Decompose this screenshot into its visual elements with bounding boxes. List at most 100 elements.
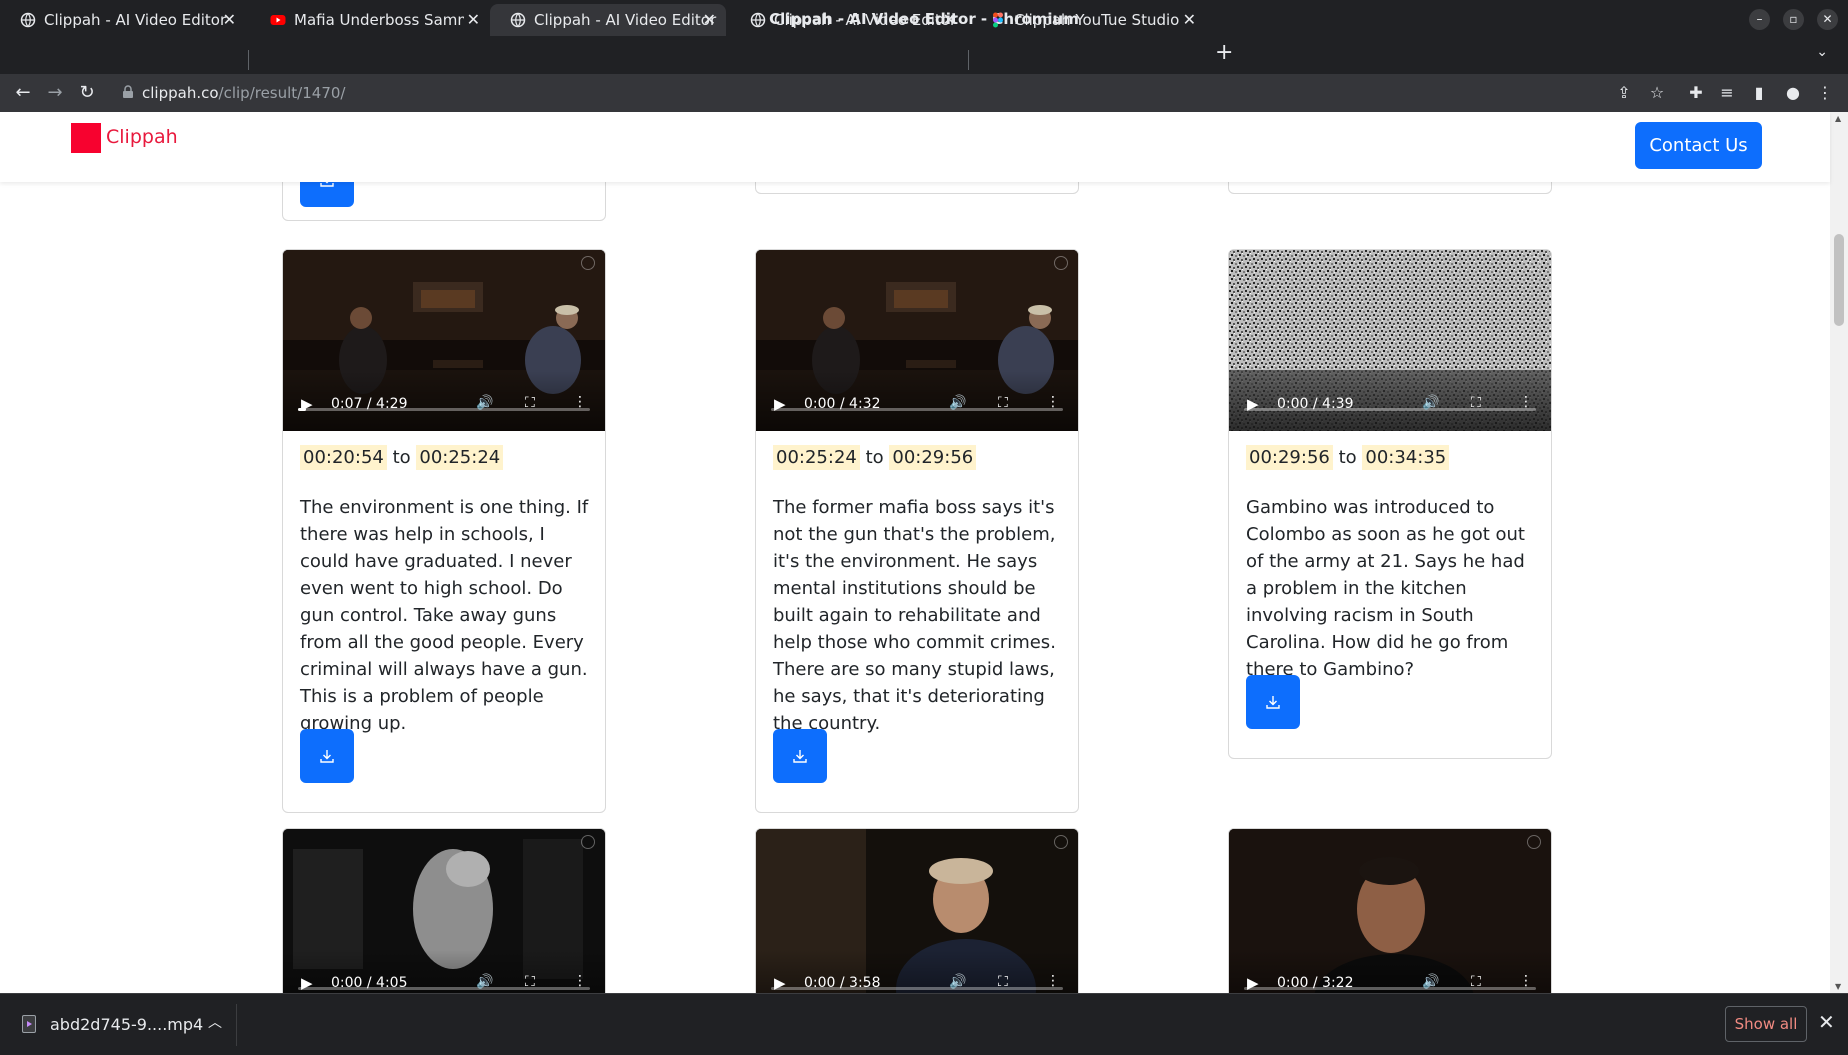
brand-name[interactable]: Clippah bbox=[106, 126, 178, 148]
profile-avatar-icon[interactable]: ● bbox=[1783, 83, 1803, 103]
tab-label: Clippah - AI Video Editor bbox=[534, 11, 717, 29]
media-control-icon[interactable]: ≡ bbox=[1717, 83, 1737, 103]
clip-card: ▶ 0:07 / 4:29 🔊 ⛶ ⋮ 00:20:54 to 00:25:24… bbox=[282, 249, 606, 813]
back-button[interactable]: ← bbox=[12, 82, 34, 104]
picture-in-picture-icon[interactable] bbox=[1527, 835, 1541, 849]
reload-button[interactable]: ↻ bbox=[76, 82, 98, 104]
video-player[interactable]: ▶ 0:00 / 3:22 🔊 ⛶ ⋮ bbox=[1229, 829, 1551, 993]
seek-progress bbox=[298, 408, 306, 411]
clip-timerange: 00:20:54 to 00:25:24 bbox=[300, 445, 504, 470]
youtube-icon bbox=[270, 15, 286, 25]
clip-description: The environment is one thing. If there w… bbox=[300, 497, 589, 734]
seek-bar[interactable] bbox=[1244, 408, 1536, 411]
download-filename[interactable]: abd2d745-9....mp4 bbox=[50, 1015, 203, 1034]
url-host: clippah.co bbox=[142, 84, 219, 102]
picture-in-picture-icon[interactable] bbox=[581, 835, 595, 849]
video-controls: ▶ 0:00 / 4:05 🔊 ⛶ ⋮ bbox=[283, 950, 605, 993]
clip-timerange: 00:25:24 to 00:29:56 bbox=[773, 445, 977, 470]
start-time: 00:20:54 bbox=[300, 445, 387, 470]
chevron-up-icon[interactable]: ︿ bbox=[208, 1012, 222, 1032]
tab-strip bbox=[0, 38, 1848, 74]
contact-us-button[interactable]: Contact Us bbox=[1635, 122, 1762, 169]
picture-in-picture-icon[interactable] bbox=[1527, 256, 1541, 270]
share-icon[interactable]: ⇪ bbox=[1614, 83, 1634, 103]
close-window-button[interactable]: ✕ bbox=[1817, 9, 1838, 30]
download-button[interactable] bbox=[1246, 675, 1300, 729]
video-player[interactable]: ▶ 0:00 / 4:39 🔊 ⛶ ⋮ bbox=[1229, 250, 1551, 431]
time-connector: to bbox=[392, 447, 411, 468]
tab-close-icon[interactable]: ✕ bbox=[467, 10, 480, 29]
tab-5[interactable]: Clippah YouTue Studio Wireframe ✕ bbox=[970, 4, 1206, 36]
clippah-logo-icon[interactable] bbox=[71, 123, 101, 153]
extensions-puzzle-icon[interactable]: ✚ bbox=[1686, 83, 1706, 103]
tab-close-icon[interactable]: ✕ bbox=[1183, 10, 1196, 29]
browser-toolbar: ← → ↻ clippah.co/clip/result/1470/ ⇪ ☆ ✚… bbox=[0, 74, 1848, 112]
video-player[interactable]: ▶ 0:00 / 4:32 🔊 ⛶ ⋮ bbox=[756, 250, 1078, 431]
show-all-downloads-button[interactable]: Show all bbox=[1725, 1006, 1807, 1042]
clip-card: ▶ 0:00 / 3:58 🔊 ⛶ ⋮ bbox=[755, 828, 1079, 993]
tab-label: Mafia Underboss Sammy "The Bull" bbox=[294, 11, 464, 29]
close-shelf-icon[interactable]: ✕ bbox=[1818, 1010, 1835, 1034]
download-icon bbox=[793, 750, 807, 763]
seek-bar[interactable] bbox=[298, 408, 590, 411]
page-viewport: Clippah Contact Us ▶ 0:07 / 4:29 🔊 ⛶ ⋮ 0… bbox=[0, 112, 1848, 993]
seek-bar[interactable] bbox=[298, 987, 590, 990]
picture-in-picture-icon[interactable] bbox=[1054, 256, 1068, 270]
globe-icon bbox=[20, 12, 36, 28]
scrollbar-thumb[interactable] bbox=[1834, 234, 1844, 326]
tab-separator bbox=[968, 50, 969, 70]
picture-in-picture-icon[interactable] bbox=[581, 256, 595, 270]
globe-icon bbox=[750, 12, 766, 28]
minimize-button[interactable]: – bbox=[1749, 9, 1770, 30]
video-player[interactable]: ▶ 0:00 / 4:05 🔊 ⛶ ⋮ bbox=[283, 829, 605, 993]
scroll-up-arrow-icon[interactable]: ▲ bbox=[1835, 114, 1841, 123]
clip-description: The former mafia boss says it's not the … bbox=[773, 497, 1056, 734]
seek-bar[interactable] bbox=[1244, 987, 1536, 990]
side-panel-icon[interactable]: ▮ bbox=[1749, 83, 1769, 103]
clip-timerange: 00:29:56 to 00:34:35 bbox=[1246, 445, 1450, 470]
download-icon bbox=[1266, 696, 1280, 709]
end-time: 00:29:56 bbox=[889, 445, 977, 470]
download-shelf: abd2d745-9....mp4 ︿ Show all ✕ bbox=[0, 993, 1848, 1055]
tab-4[interactable]: Clippah - AI Video Editor ✕ bbox=[730, 4, 966, 36]
video-player[interactable]: ▶ 0:00 / 3:58 🔊 ⛶ ⋮ bbox=[756, 829, 1078, 993]
figma-icon bbox=[993, 12, 1003, 28]
time-connector: to bbox=[865, 447, 884, 468]
tab-separator bbox=[248, 50, 249, 70]
tab-1[interactable]: Clippah - AI Video Editor ✕ bbox=[0, 4, 246, 36]
tab-search-chevron-icon[interactable]: ⌄ bbox=[1816, 44, 1828, 60]
clip-description: Gambino was introduced to Colombo as soo… bbox=[1246, 497, 1525, 680]
tab-close-icon[interactable]: ✕ bbox=[223, 10, 236, 29]
download-button[interactable] bbox=[300, 729, 354, 783]
tab-close-icon[interactable]: ✕ bbox=[943, 10, 956, 29]
seek-bar[interactable] bbox=[771, 987, 1063, 990]
shelf-divider bbox=[236, 1004, 237, 1046]
picture-in-picture-icon[interactable] bbox=[1054, 835, 1068, 849]
tab-close-icon[interactable]: ✕ bbox=[703, 10, 716, 29]
tab-3-active[interactable]: Clippah - AI Video Editor ✕ bbox=[490, 4, 726, 36]
new-tab-button[interactable]: + bbox=[1215, 40, 1233, 65]
download-button[interactable] bbox=[773, 729, 827, 783]
video-player[interactable]: ▶ 0:07 / 4:29 🔊 ⛶ ⋮ bbox=[283, 250, 605, 431]
tab-label: Clippah - AI Video Editor bbox=[44, 11, 227, 29]
maximize-button[interactable]: ▫ bbox=[1783, 9, 1804, 30]
url-path: /clip/result/1470/ bbox=[218, 84, 346, 102]
clip-card: ▶ 0:00 / 3:22 🔊 ⛶ ⋮ bbox=[1228, 828, 1552, 993]
video-controls: ▶ 0:00 / 3:58 🔊 ⛶ ⋮ bbox=[756, 950, 1078, 993]
browser-menu-icon[interactable]: ⋮ bbox=[1815, 83, 1835, 103]
tab-2[interactable]: Mafia Underboss Sammy "The Bull" ✕ bbox=[250, 4, 490, 36]
scroll-down-arrow-icon[interactable]: ▼ bbox=[1835, 982, 1841, 991]
start-time: 00:25:24 bbox=[773, 445, 860, 470]
clip-card: ▶ 0:00 / 4:32 🔊 ⛶ ⋮ 00:25:24 to 00:29:56… bbox=[755, 249, 1079, 813]
forward-button[interactable]: → bbox=[44, 82, 66, 104]
clip-card: ▶ 0:00 / 4:39 🔊 ⛶ ⋮ 00:29:56 to 00:34:35… bbox=[1228, 249, 1552, 759]
seek-bar[interactable] bbox=[771, 408, 1063, 411]
address-bar[interactable]: clippah.co/clip/result/1470/ bbox=[112, 77, 1612, 109]
clip-card: ▶ 0:00 / 4:05 🔊 ⛶ ⋮ bbox=[282, 828, 606, 993]
page-scrollbar[interactable]: ▲ ▼ bbox=[1830, 112, 1848, 993]
bookmark-star-icon[interactable]: ☆ bbox=[1647, 83, 1667, 103]
globe-icon bbox=[510, 12, 526, 28]
video-controls: ▶ 0:00 / 4:32 🔊 ⛶ ⋮ bbox=[756, 371, 1078, 431]
video-file-icon bbox=[22, 1015, 36, 1033]
url-text: clippah.co/clip/result/1470/ bbox=[142, 84, 345, 102]
